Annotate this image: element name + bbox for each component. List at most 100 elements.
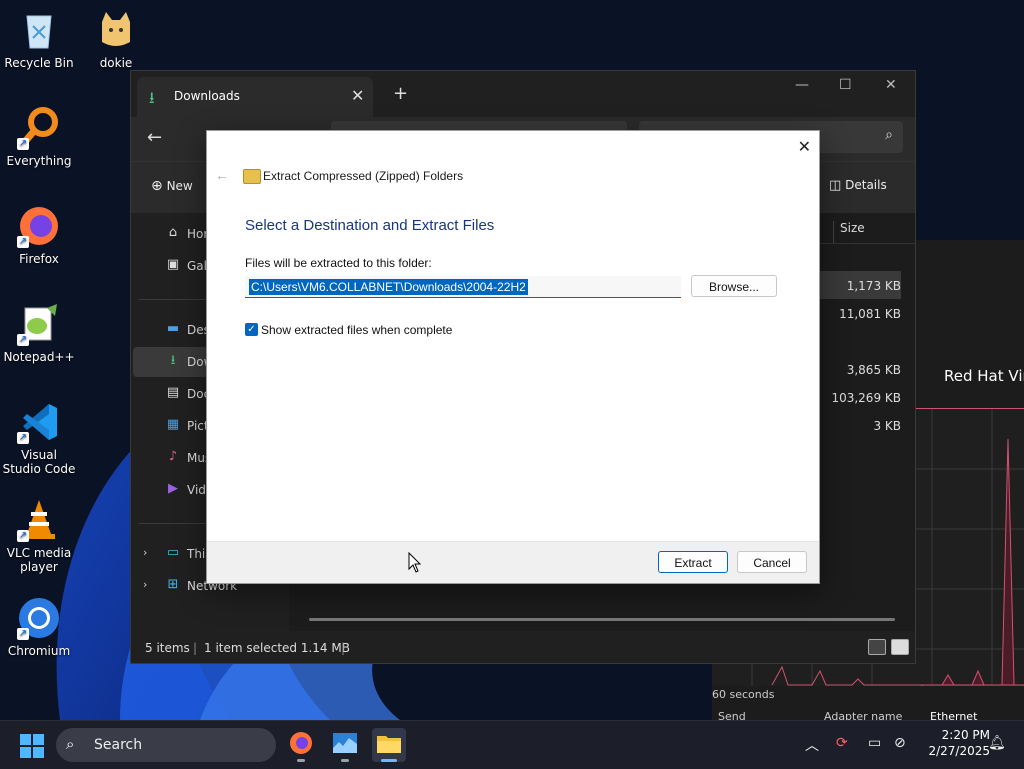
chevron-right-icon[interactable]: › [143, 546, 147, 559]
shortcut-arrow-icon: ↗ [17, 628, 29, 640]
taskbar-task-manager[interactable] [328, 728, 362, 762]
firefox-icon [290, 732, 312, 754]
dialog-heading: Select a Destination and Extract Files [245, 217, 495, 234]
taskbar-file-explorer[interactable] [372, 728, 406, 762]
back-arrow-icon[interactable]: ← [215, 167, 229, 183]
close-window-icon[interactable]: ✕ [885, 77, 897, 93]
desktop-icon-label: Visual Studio Code [2, 448, 76, 476]
desktop-icon-chromium[interactable]: ↗ Chromium [1, 596, 77, 658]
display-icon[interactable]: ▭ [868, 735, 881, 751]
cancel-button[interactable]: Cancel [737, 551, 807, 573]
taskbar-search-box[interactable]: ⌕ Search [56, 728, 276, 762]
new-button-label: New [166, 179, 193, 193]
tab-close-icon[interactable]: ✕ [351, 86, 364, 105]
search-icon: ⌕ [885, 127, 893, 143]
back-arrow-icon[interactable]: ← [147, 127, 162, 148]
details-pane-icon: ◫ [829, 178, 842, 193]
computer-icon: ▭ [166, 545, 180, 560]
adapter-title: Red Hat Vir [944, 367, 1024, 385]
tab-bar: ⭳ Downloads ✕ + — ☐ ✕ [131, 71, 915, 117]
desktop-icon-firefox[interactable]: ↗ Firefox [1, 204, 77, 266]
notification-bell-icon[interactable]: 🔔︎ [988, 735, 1006, 751]
taskbar-firefox[interactable] [284, 728, 318, 762]
tab-title: Downloads [174, 89, 240, 103]
clock[interactable]: 2:20 PM 2/27/2025 [920, 727, 990, 759]
column-header-size[interactable]: Size [833, 221, 865, 243]
dialog-close-icon[interactable]: ✕ [798, 137, 811, 157]
desktop-icon-label: dokie [99, 56, 133, 70]
desktop-icon-notepadpp[interactable]: ↗ Notepad++ [1, 302, 77, 364]
shortcut-arrow-icon: ↗ [17, 334, 29, 346]
desktop-icon-dokie[interactable]: dokie [78, 8, 154, 70]
taskbar: ⌕ Search ︿ ⟳ ▭ ⊘ 2:20 PM 2/27/2025 🔔︎ [0, 720, 1024, 769]
file-size: 11,081 KB [839, 307, 901, 321]
destination-path-text: C:\Users\VM6.COLLABNET\Downloads\2004-22… [249, 279, 528, 295]
chevron-up-icon[interactable]: ︿ [805, 735, 819, 755]
destination-label: Files will be extracted to this folder: [245, 256, 432, 270]
new-button[interactable]: ⊕ New [151, 178, 193, 194]
document-icon: ▤ [166, 385, 180, 400]
desktop-icon-vscode[interactable]: ↗ Visual Studio Code [1, 400, 77, 476]
recycle-bin-icon [17, 8, 61, 52]
file-size: 3 KB [873, 419, 901, 433]
browse-button[interactable]: Browse... [691, 275, 777, 297]
desktop-icon-recycle-bin[interactable]: Recycle Bin [1, 8, 77, 70]
details-button-label: Details [845, 178, 887, 192]
desktop-icon-everything[interactable]: ↗ Everything [1, 106, 77, 168]
desktop-icon-vlc[interactable]: ↗ VLC media player [1, 498, 77, 574]
horizontal-scrollbar[interactable] [309, 618, 895, 621]
destination-path-input[interactable]: C:\Users\VM6.COLLABNET\Downloads\2004-22… [245, 276, 681, 298]
status-separator: | [341, 641, 346, 655]
tab-downloads[interactable]: ⭳ Downloads ✕ [137, 77, 373, 117]
vscode-icon: ↗ [17, 400, 61, 444]
folder-icon [377, 736, 401, 753]
pictures-icon: ▦ [166, 417, 180, 432]
magnifier-icon: ↗ [17, 106, 61, 150]
desktop-icon-label: Chromium [7, 644, 71, 658]
new-tab-icon[interactable]: + [393, 83, 408, 104]
graph-footer: 60 seconds Send Adapter name Ethernet [712, 686, 1024, 723]
running-indicator [381, 759, 397, 762]
plus-circle-icon: ⊕ [151, 178, 163, 194]
desktop-icon-label: Everything [6, 154, 72, 168]
home-icon: ⌂ [168, 225, 178, 240]
status-separator: | [193, 641, 198, 655]
time-span-label: 60 seconds [712, 688, 775, 701]
network-icon: ⊞ [167, 577, 179, 592]
maximize-icon[interactable]: ☐ [839, 77, 852, 93]
task-manager-icon [333, 733, 357, 753]
vlc-cone-icon: ↗ [17, 498, 61, 542]
mouse-cursor-icon [408, 551, 422, 578]
extract-button[interactable]: Extract [658, 551, 728, 573]
shortcut-arrow-icon: ↗ [17, 432, 29, 444]
download-icon: ⭳ [170, 353, 176, 368]
search-label: Search [94, 737, 143, 753]
network-disconnected-icon[interactable]: ⊘ [894, 735, 906, 751]
file-size: 103,269 KB [831, 391, 901, 405]
file-size: 1,173 KB [846, 279, 901, 293]
show-files-checkbox[interactable]: ✓ [245, 323, 258, 336]
status-bar: 5 items | 1 item selected 1.14 MB | [131, 631, 915, 663]
minimize-icon[interactable]: — [795, 77, 809, 93]
shortcut-arrow-icon: ↗ [17, 530, 29, 542]
notepadpp-icon: ↗ [17, 302, 61, 346]
extract-dialog: ✕ ← Extract Compressed (Zipped) Folders … [206, 130, 820, 584]
cat-icon [94, 8, 138, 52]
details-button[interactable]: ◫ Details [829, 178, 887, 193]
running-indicator [341, 759, 349, 762]
zip-folder-icon [243, 169, 261, 184]
start-windows-icon[interactable] [20, 734, 44, 762]
item-count: 5 items [145, 641, 190, 655]
clock-time: 2:20 PM [941, 728, 990, 742]
details-view-icon[interactable] [868, 639, 886, 655]
shortcut-arrow-icon: ↗ [17, 138, 29, 150]
firefox-icon: ↗ [17, 204, 61, 248]
chromium-icon: ↗ [17, 596, 61, 640]
running-indicator [297, 759, 305, 762]
chevron-right-icon[interactable]: › [143, 578, 147, 591]
dialog-footer: Extract Cancel [207, 541, 819, 583]
wizard-title: Extract Compressed (Zipped) Folders [263, 169, 464, 183]
sync-icon[interactable]: ⟳ [836, 735, 848, 751]
desktop-icon-label: Recycle Bin [4, 56, 74, 70]
tiles-view-icon[interactable] [891, 639, 909, 655]
